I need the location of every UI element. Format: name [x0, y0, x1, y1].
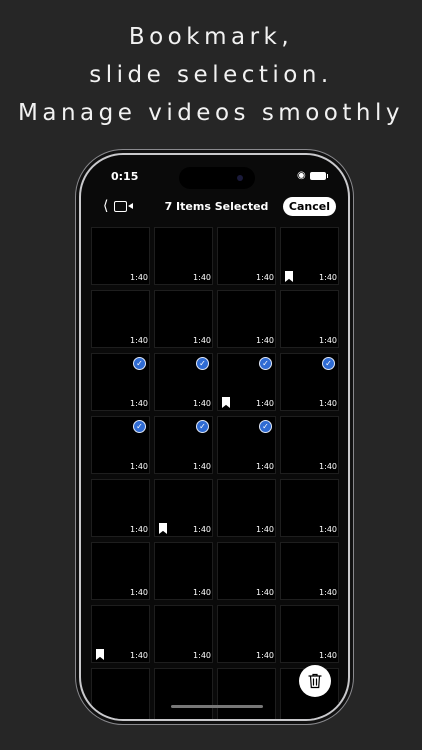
- bookmark-icon: [222, 397, 230, 408]
- video-thumbnail[interactable]: ✓ 1:40: [217, 353, 276, 411]
- headline-line-1: Bookmark,: [128, 24, 294, 50]
- video-thumbnail[interactable]: 1:40: [280, 605, 339, 663]
- video-thumbnail[interactable]: ✓ 1:40: [91, 416, 150, 474]
- video-grid: 1:40 1:40 1:40 1:40 1:40 1:40 1:40 1:40 ✓ 1:40 ✓ 1:…: [91, 227, 342, 719]
- action-button: [75, 265, 78, 285]
- bookmark-icon: [285, 271, 293, 282]
- video-thumbnail[interactable]: 1:40: [154, 227, 213, 285]
- video-duration: 1:40: [256, 651, 274, 660]
- video-thumbnail[interactable]: 1:40: [154, 542, 213, 600]
- video-duration: 1:40: [193, 273, 211, 282]
- video-thumbnail[interactable]: 1:40: [91, 605, 150, 663]
- video-duration: 1:40: [319, 588, 337, 597]
- headline-line-2: slide selection.: [89, 62, 333, 88]
- bookmark-icon: [159, 523, 167, 534]
- video-thumbnail[interactable]: 1:40: [217, 605, 276, 663]
- video-thumbnail[interactable]: 1:40: [154, 605, 213, 663]
- video-duration: 1:40: [130, 336, 148, 345]
- video-thumbnail[interactable]: 1:40: [280, 290, 339, 348]
- checkmark-icon: ✓: [259, 357, 272, 370]
- dynamic-island: [179, 167, 255, 189]
- video-duration: 1:40: [256, 273, 274, 282]
- video-duration: 1:40: [193, 336, 211, 345]
- video-thumbnail[interactable]: 1:40: [217, 479, 276, 537]
- video-duration: 1:40: [256, 462, 274, 471]
- video-duration: 1:40: [130, 462, 148, 471]
- video-duration: 1:40: [319, 336, 337, 345]
- cancel-button[interactable]: Cancel: [282, 197, 336, 216]
- video-thumbnail[interactable]: ✓ 1:40: [154, 353, 213, 411]
- video-thumbnail[interactable]: 1:40: [280, 479, 339, 537]
- video-thumbnail[interactable]: [91, 668, 150, 719]
- volume-down-button: [75, 344, 78, 380]
- bookmark-icon: [96, 649, 104, 660]
- video-thumbnail[interactable]: 1:40: [91, 479, 150, 537]
- video-thumbnail[interactable]: ✓ 1:40: [154, 416, 213, 474]
- video-duration: 1:40: [256, 525, 274, 534]
- video-duration: 1:40: [319, 399, 337, 408]
- wifi-icon: ◉: [297, 170, 306, 181]
- video-thumbnail[interactable]: 1:40: [280, 542, 339, 600]
- video-thumbnail[interactable]: 1:40: [154, 290, 213, 348]
- checkmark-icon: ✓: [133, 357, 146, 370]
- video-thumbnail[interactable]: 1:40: [217, 227, 276, 285]
- video-duration: 1:40: [193, 651, 211, 660]
- video-thumbnail[interactable]: 1:40: [154, 479, 213, 537]
- video-duration: 1:40: [193, 588, 211, 597]
- video-thumbnail[interactable]: 1:40: [280, 227, 339, 285]
- trash-icon: [308, 673, 322, 689]
- status-time: 0:15: [111, 170, 139, 183]
- delete-button[interactable]: [299, 665, 331, 697]
- video-thumbnail[interactable]: 1:40: [217, 290, 276, 348]
- video-duration: 1:40: [130, 273, 148, 282]
- video-duration: 1:40: [130, 525, 148, 534]
- video-duration: 1:40: [256, 336, 274, 345]
- volume-up-button: [75, 298, 78, 334]
- video-duration: 1:40: [130, 399, 148, 408]
- checkmark-icon: ✓: [322, 357, 335, 370]
- video-duration: 1:40: [256, 399, 274, 408]
- video-thumbnail[interactable]: 1:40: [217, 542, 276, 600]
- video-duration: 1:40: [130, 651, 148, 660]
- video-duration: 1:40: [193, 399, 211, 408]
- video-duration: 1:40: [193, 462, 211, 471]
- checkmark-icon: ✓: [196, 357, 209, 370]
- headline-line-3: Manage videos smoothly: [18, 100, 404, 126]
- video-thumbnail[interactable]: 1:40: [91, 542, 150, 600]
- video-thumbnail[interactable]: [154, 668, 213, 719]
- video-thumbnail[interactable]: ✓ 1:40: [280, 353, 339, 411]
- checkmark-icon: ✓: [259, 420, 272, 433]
- video-thumbnail[interactable]: ✓ 1:40: [91, 353, 150, 411]
- video-thumbnail[interactable]: 1:40: [91, 290, 150, 348]
- video-thumbnail[interactable]: 1:40: [91, 227, 150, 285]
- video-thumbnail[interactable]: ✓ 1:40: [217, 416, 276, 474]
- video-duration: 1:40: [319, 273, 337, 282]
- phone-frame: 0:15 ◉ ⟨ 7 Items Selected Cancel 1:40 1:4…: [79, 153, 350, 721]
- video-duration: 1:40: [319, 462, 337, 471]
- video-duration: 1:40: [319, 525, 337, 534]
- video-duration: 1:40: [130, 588, 148, 597]
- video-duration: 1:40: [256, 588, 274, 597]
- home-indicator: [171, 705, 263, 708]
- video-duration: 1:40: [193, 525, 211, 534]
- battery-icon: [310, 172, 328, 180]
- checkmark-icon: ✓: [133, 420, 146, 433]
- checkmark-icon: ✓: [196, 420, 209, 433]
- video-thumbnail[interactable]: 1:40: [280, 416, 339, 474]
- video-duration: 1:40: [319, 651, 337, 660]
- nav-bar: ⟨ 7 Items Selected Cancel: [81, 195, 348, 221]
- video-thumbnail[interactable]: [217, 668, 276, 719]
